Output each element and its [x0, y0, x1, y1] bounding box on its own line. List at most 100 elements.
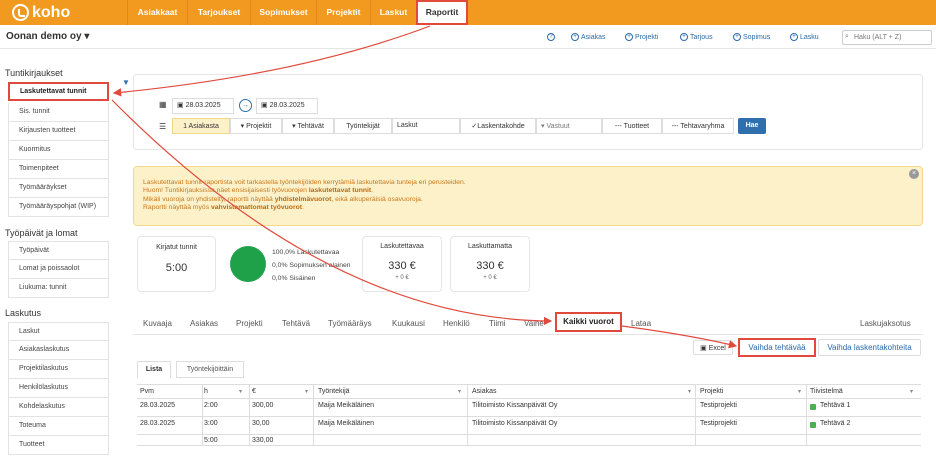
sidebar-item-toteuma[interactable]: Toteuma	[8, 417, 109, 436]
sort-icon[interactable]: ▾	[688, 388, 691, 395]
info-line-1: Laskutettavat tunnit-raportista voit tar…	[143, 179, 466, 186]
filter-tuotteet[interactable]: --- Tuotteet	[602, 118, 662, 134]
table-divider	[137, 398, 921, 399]
laskutettavaa-sub: + 0 €	[395, 275, 409, 281]
info-line-3: Mikäli vuoroja on yhdistelty, raportti n…	[143, 196, 922, 204]
filter-tyontekijat[interactable]: Työntekijät	[334, 118, 392, 134]
status-dot-icon	[810, 422, 816, 428]
section-tuntikirjaukset: Tuntikirjaukset	[5, 68, 63, 78]
tab-kuukausi[interactable]: Kuukausi	[392, 319, 425, 328]
add-projekti[interactable]: + Projekti	[625, 33, 658, 41]
col-pvm[interactable]: Pvm	[140, 388, 154, 395]
add-sopimus[interactable]: + Sopimus	[733, 33, 770, 41]
col-eur[interactable]: €	[252, 388, 256, 395]
search-input[interactable]: Haku (ALT + Z)	[842, 30, 932, 45]
table-divider	[137, 434, 921, 435]
subtab-lista[interactable]: Lista	[137, 361, 171, 378]
sidebar-item-kirjausten-tuotteet[interactable]: Kirjausten tuotteet	[8, 122, 109, 141]
sidebar-item-tyomaaraykset[interactable]: Työmääräykset	[8, 179, 109, 198]
filter-tehtavaryhma[interactable]: --- Tehtavaryhma	[662, 118, 734, 134]
close-icon[interactable]: ×	[909, 169, 919, 179]
koho-logo[interactable]: koho	[12, 3, 70, 22]
filter-laskentakohde[interactable]: ✓Laskentakohde	[460, 118, 536, 134]
hae-button[interactable]: Hae	[738, 118, 766, 134]
tab-asiakas[interactable]: Asiakas	[190, 319, 218, 328]
nav-projektit[interactable]: Projektit	[316, 0, 370, 25]
excel-label: Excel	[708, 345, 726, 352]
filter-icon[interactable]: ▼	[122, 78, 130, 87]
col-h[interactable]: h	[204, 388, 208, 395]
sort-icon[interactable]: ▾	[798, 388, 801, 395]
sort-icon[interactable]: ▾	[458, 388, 461, 395]
sidebar-item-laskut[interactable]: Laskut	[8, 322, 109, 341]
add-asiakas[interactable]: + Asiakas	[571, 33, 606, 41]
sort-icon[interactable]: ▾	[239, 388, 242, 395]
filter-tehtavat[interactable]: ▾ Tehtävät	[282, 118, 334, 134]
vaihda-tehtavaa-button[interactable]: Vaihda tehtävää	[738, 338, 816, 357]
col-tiivistelma[interactable]: Tiivistelmä	[810, 388, 843, 395]
sidebar-item-henkilolaskutus[interactable]: Henkilölaskutus	[8, 379, 109, 398]
col-asiakas[interactable]: Asiakas	[472, 388, 497, 395]
date-from-input[interactable]: ▣ 28.03.2025	[172, 98, 234, 114]
sidebar-item-tuotteet[interactable]: Tuotteet	[8, 436, 109, 455]
filter-projektit[interactable]: ▾ Projektit	[230, 118, 282, 134]
total-h: 5:00	[204, 437, 218, 444]
sidebar-item-tyomaarayspohjat[interactable]: Työmääräyspohjat (WIP)	[8, 198, 109, 217]
tab-lataa[interactable]: Lataa	[631, 319, 651, 328]
nav-asiakkaat[interactable]: Asiakkaat	[127, 0, 187, 25]
filter-laskut[interactable]: Laskut	[392, 118, 460, 134]
sidebar-item-liukuma[interactable]: Liukuma: tunnit	[8, 279, 109, 298]
sidebar-item-lomat[interactable]: Lomat ja poissaolot	[8, 260, 109, 279]
sidebar-item-asiakaslaskutus[interactable]: Asiakaslaskutus	[8, 341, 109, 360]
sidebar-item-toimenpiteet[interactable]: Toimenpiteet	[8, 160, 109, 179]
col-tyontekija[interactable]: Työntekijä	[318, 388, 350, 395]
sidebar-item-laskutettavat-tunnit[interactable]: Laskutettavat tunnit	[8, 82, 109, 101]
filter-tehtavat-label: Tehtävät	[297, 123, 324, 130]
info-line-4-text: Raportti näyttää myös	[143, 203, 211, 211]
sidebar-item-kohdelaskutus[interactable]: Kohdelaskutus	[8, 398, 109, 417]
subtab-tyontekijoittain[interactable]: Työntekijöittäin	[176, 361, 244, 378]
date-to-input[interactable]: ▣ 28.03.2025	[256, 98, 318, 114]
tab-henkilo[interactable]: Henkilö	[443, 319, 470, 328]
tab-laskujaksotus[interactable]: Laskujaksotus	[860, 319, 911, 328]
add-tarjous[interactable]: + Tarjous	[680, 33, 713, 41]
nav-raportit[interactable]: Raportit	[416, 0, 468, 25]
nav-tarjoukset[interactable]: Tarjoukset	[187, 0, 250, 25]
add-tarjous-label: Tarjous	[690, 33, 713, 41]
tab-kaikki-vuorot[interactable]: Kaikki vuorot	[555, 312, 622, 332]
filter-vastuut[interactable]: ▾ Vastuut	[536, 118, 602, 134]
plus-icon: +	[733, 33, 741, 41]
vaihda-laskentakohteita-button[interactable]: Vaihda laskentakohteita	[818, 339, 921, 356]
tab-vaihe[interactable]: Vaihe	[524, 319, 544, 328]
table-cell: Testiprojekti	[700, 420, 737, 427]
section-tyopaivat: Työpäivät ja lomat	[5, 228, 78, 238]
sidebar-item-sis-tunnit[interactable]: Sis. tunnit	[8, 103, 109, 122]
pie-legend: 100,0% Laskutettavaa 0,0% Sopimuksen ala…	[272, 246, 351, 285]
filter-asiakasta[interactable]: 1 Asiakasta	[172, 118, 230, 134]
sidebar-item-tyopaivat[interactable]: Työpäivät	[8, 241, 109, 260]
nav-sopimukset[interactable]: Sopimukset	[250, 0, 316, 25]
col-projekti[interactable]: Projekti	[700, 388, 723, 395]
sidebar-item-projektilaskutus[interactable]: Projektilaskutus	[8, 360, 109, 379]
tab-tyomaarays[interactable]: Työmääräys	[328, 319, 372, 328]
filter-projektit-label: Projektit	[246, 123, 272, 130]
excel-button[interactable]: ▣ Excel	[693, 340, 733, 355]
tab-kuvaaja[interactable]: Kuvaaja	[143, 319, 172, 328]
laskutettavaa-card: Laskutettavaa 330 € + 0 €	[362, 236, 442, 292]
tab-tehtava[interactable]: Tehtävä	[282, 319, 310, 328]
tab-projekti[interactable]: Projekti	[236, 319, 263, 328]
help-icon[interactable]: ?	[547, 33, 557, 41]
laskuttamatta-sub: + 0 €	[483, 275, 497, 281]
company-selector[interactable]: Oonan demo oy ▾	[6, 31, 89, 42]
kirjatut-label: Kirjatut tunnit	[156, 244, 197, 251]
filter-laskentakohde-label: Laskentakohde	[477, 123, 525, 130]
add-lasku[interactable]: + Lasku	[790, 33, 819, 41]
info-line-2-bold: laskutettavat tunnit	[308, 187, 372, 195]
info-banner: Laskutettavat tunnit-raportista voit tar…	[133, 166, 923, 226]
tab-tiimi[interactable]: Tiimi	[489, 319, 506, 328]
sort-icon[interactable]: ▾	[910, 388, 913, 395]
sidebar-item-kuormitus[interactable]: Kuormitus	[8, 141, 109, 160]
table-cell: Tehtävä 2	[820, 420, 851, 427]
sort-icon[interactable]: ▾	[305, 388, 308, 395]
nav-laskut[interactable]: Laskut	[370, 0, 416, 25]
